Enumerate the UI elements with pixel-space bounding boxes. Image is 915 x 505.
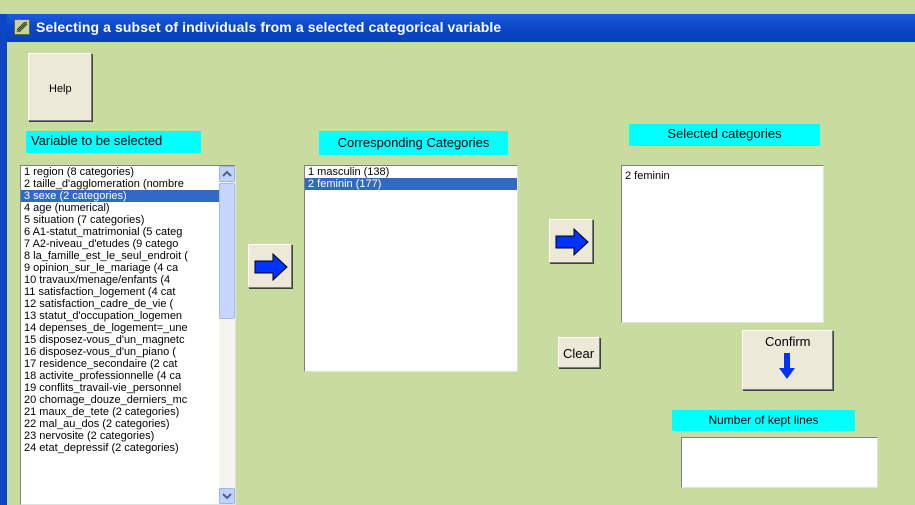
corresponding-list-items: 1 masculin (138) 2 feminin (177)	[305, 166, 517, 190]
confirm-button-label: Confirm	[765, 334, 811, 349]
variable-label: Variable to be selected	[26, 131, 201, 153]
kept-lines-label: Number of kept lines	[672, 410, 855, 431]
variable-list-item[interactable]: 23 nervosite (2 categories)	[21, 430, 219, 442]
variable-list-item[interactable]: 20 chomage_douze_derniers_mc	[21, 394, 219, 406]
add-variable-arrow-button[interactable]	[248, 244, 292, 288]
right-arrow-icon	[555, 228, 589, 256]
variable-list-item[interactable]: 6 A1-statut_matrimonial (5 categ	[21, 226, 219, 238]
scroll-down-icon[interactable]	[219, 488, 235, 504]
app-window: Selecting a subset of individuals from a…	[0, 0, 915, 505]
variable-list-item[interactable]: 4 age (numerical)	[21, 202, 219, 214]
variable-scrollbar[interactable]	[219, 166, 235, 504]
variable-list-item[interactable]: 12 satisfaction_cadre_de_vie (	[21, 298, 219, 310]
variable-list-item[interactable]: 10 travaux/menage/enfants (4	[21, 274, 219, 286]
title-bar[interactable]: Selecting a subset of individuals from a…	[7, 14, 915, 42]
corresponding-categories-label: Corresponding Categories	[319, 131, 508, 155]
window-title: Selecting a subset of individuals from a…	[36, 19, 502, 35]
help-button[interactable]: Help	[28, 53, 92, 121]
scroll-thumb[interactable]	[219, 183, 235, 319]
clear-button-label: Clear	[563, 346, 595, 361]
variable-list-item[interactable]: 21 maux_de_tete (2 categories)	[21, 406, 219, 418]
variable-list-item[interactable]: 1 region (8 categories)	[21, 166, 219, 178]
scroll-up-icon[interactable]	[219, 166, 235, 182]
app-icon	[14, 19, 30, 35]
category-list-item[interactable]: 2 feminin (177)	[305, 178, 517, 190]
variable-list-item[interactable]: 17 residence_secondaire (2 cat	[21, 358, 219, 370]
corresponding-categories-listbox[interactable]: 1 masculin (138) 2 feminin (177)	[304, 165, 518, 372]
selected-category-item[interactable]: 2 feminin	[622, 170, 823, 182]
variable-list-item[interactable]: 9 opinion_sur_le_mariage (4 ca	[21, 262, 219, 274]
variable-list-items: 1 region (8 categories) 2 taille_d'agglom…	[21, 166, 219, 454]
category-list-item[interactable]: 1 masculin (138)	[305, 166, 517, 178]
add-category-arrow-button[interactable]	[549, 219, 593, 263]
variable-list-item[interactable]: 22 mal_au_dos (2 categories)	[21, 418, 219, 430]
variable-list-item[interactable]: 3 sexe (2 categories)	[21, 190, 219, 202]
variable-listbox[interactable]: 1 region (8 categories) 2 taille_d'agglom…	[20, 165, 236, 505]
variable-list-item[interactable]: 5 situation (7 categories)	[21, 214, 219, 226]
variable-list-item[interactable]: 2 taille_d'agglomeration (nombre	[21, 178, 219, 190]
variable-list-item[interactable]: 8 la_famille_est_le_seul_endroit (	[21, 250, 219, 262]
selected-list-items: 2 feminin	[622, 166, 823, 182]
clear-button[interactable]: Clear	[558, 337, 600, 368]
selected-categories-listbox[interactable]: 2 feminin	[621, 165, 824, 323]
kept-lines-field[interactable]	[681, 437, 878, 488]
variable-list-item[interactable]: 14 depenses_de_logement=_une	[21, 322, 219, 334]
variable-list-item[interactable]: 19 conflits_travail-vie_personnel	[21, 382, 219, 394]
variable-list-item[interactable]: 11 satisfaction_logement (4 cat	[21, 286, 219, 298]
variable-list-item[interactable]: 13 statut_d'occupation_logemen	[21, 310, 219, 322]
variable-list-item[interactable]: 18 activite_professionnelle (4 ca	[21, 370, 219, 382]
down-arrow-icon	[779, 353, 795, 379]
help-button-label: Help	[49, 83, 72, 95]
variable-list-item[interactable]: 24 etat_depressif (2 categories)	[21, 442, 219, 454]
right-arrow-icon	[254, 253, 288, 281]
confirm-button[interactable]: Confirm	[742, 330, 833, 390]
variable-list-item[interactable]: 16 disposez-vous_d'un_piano (	[21, 346, 219, 358]
selected-categories-label: Selected categories	[629, 124, 820, 146]
variable-list-item[interactable]: 7 A2-niveau_d'etudes (9 catego	[21, 238, 219, 250]
variable-list-item[interactable]: 15 disposez-vous_d'un_magnetc	[21, 334, 219, 346]
window-left-border	[0, 14, 7, 505]
